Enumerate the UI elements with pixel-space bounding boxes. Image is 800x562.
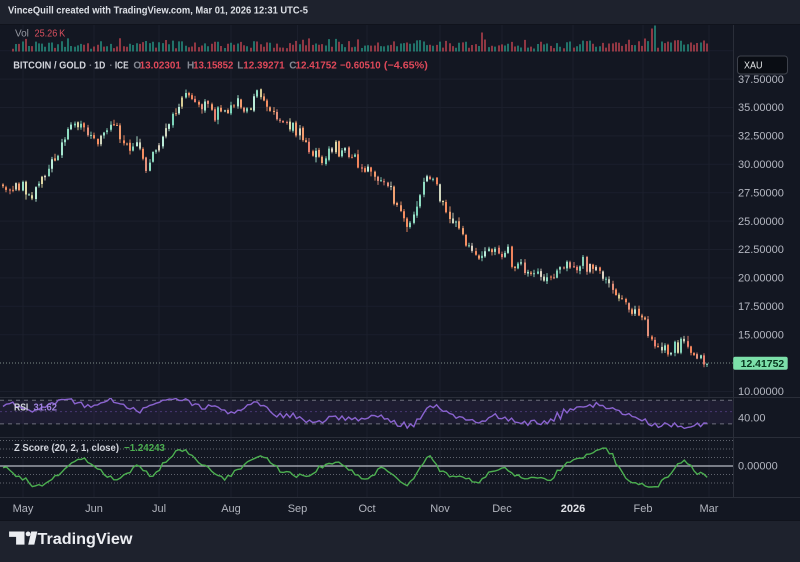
svg-text:Jul: Jul bbox=[152, 503, 166, 515]
svg-text:40.00: 40.00 bbox=[738, 413, 766, 425]
svg-text:32.50000: 32.50000 bbox=[738, 131, 784, 143]
svg-text:10.00000: 10.00000 bbox=[738, 386, 784, 398]
svg-text:Vol: Vol bbox=[15, 28, 29, 39]
svg-text:Feb: Feb bbox=[634, 503, 653, 515]
svg-text:Z Score (20, 2, 1, close): Z Score (20, 2, 1, close) bbox=[14, 443, 119, 454]
svg-text:Nov: Nov bbox=[430, 503, 450, 515]
svg-text:Dec: Dec bbox=[492, 503, 512, 515]
svg-text:2026: 2026 bbox=[561, 503, 585, 515]
svg-text:0.00000: 0.00000 bbox=[738, 461, 778, 473]
svg-text:35.00000: 35.00000 bbox=[738, 102, 784, 114]
svg-text:31.62: 31.62 bbox=[34, 403, 58, 414]
svg-text:25.26 K: 25.26 K bbox=[35, 28, 66, 39]
svg-text:1D: 1D bbox=[94, 61, 105, 72]
svg-text:XAU: XAU bbox=[744, 61, 763, 72]
svg-text:May: May bbox=[13, 503, 34, 515]
svg-text:Aug: Aug bbox=[221, 503, 241, 515]
svg-text:−0.60510: −0.60510 bbox=[340, 61, 381, 72]
svg-text:RSI: RSI bbox=[14, 403, 28, 414]
svg-text:BITCOIN / GOLD: BITCOIN / GOLD bbox=[13, 61, 86, 72]
svg-text:·: · bbox=[109, 61, 112, 72]
svg-text:20.00000: 20.00000 bbox=[738, 273, 784, 285]
svg-text:·: · bbox=[89, 61, 92, 72]
svg-text:12.41752: 12.41752 bbox=[296, 61, 338, 72]
svg-text:27.50000: 27.50000 bbox=[738, 187, 784, 199]
svg-text:−1.24243: −1.24243 bbox=[124, 443, 165, 454]
svg-text:VinceQuill created with Tradin: VinceQuill created with TradingView.com,… bbox=[8, 5, 308, 16]
svg-text:12.41752: 12.41752 bbox=[741, 359, 785, 370]
svg-text:13.02301: 13.02301 bbox=[140, 61, 182, 72]
svg-text:12.39271: 12.39271 bbox=[243, 61, 285, 72]
svg-text:ICE: ICE bbox=[115, 61, 129, 72]
svg-text:13.15852: 13.15852 bbox=[193, 61, 233, 72]
svg-text:17.50000: 17.50000 bbox=[738, 301, 784, 313]
svg-text:Mar: Mar bbox=[700, 503, 719, 515]
svg-text:(−4.65%): (−4.65%) bbox=[384, 61, 428, 72]
svg-text:15.00000: 15.00000 bbox=[738, 329, 784, 341]
svg-text:TradingView: TradingView bbox=[38, 531, 134, 548]
svg-text:22.50000: 22.50000 bbox=[738, 244, 784, 256]
svg-text:Oct: Oct bbox=[358, 503, 375, 515]
svg-text:Jun: Jun bbox=[85, 503, 103, 515]
svg-text:25.00000: 25.00000 bbox=[738, 216, 784, 228]
svg-text:Sep: Sep bbox=[288, 503, 308, 515]
svg-text:37.50000: 37.50000 bbox=[738, 74, 784, 86]
svg-text:30.00000: 30.00000 bbox=[738, 159, 784, 171]
